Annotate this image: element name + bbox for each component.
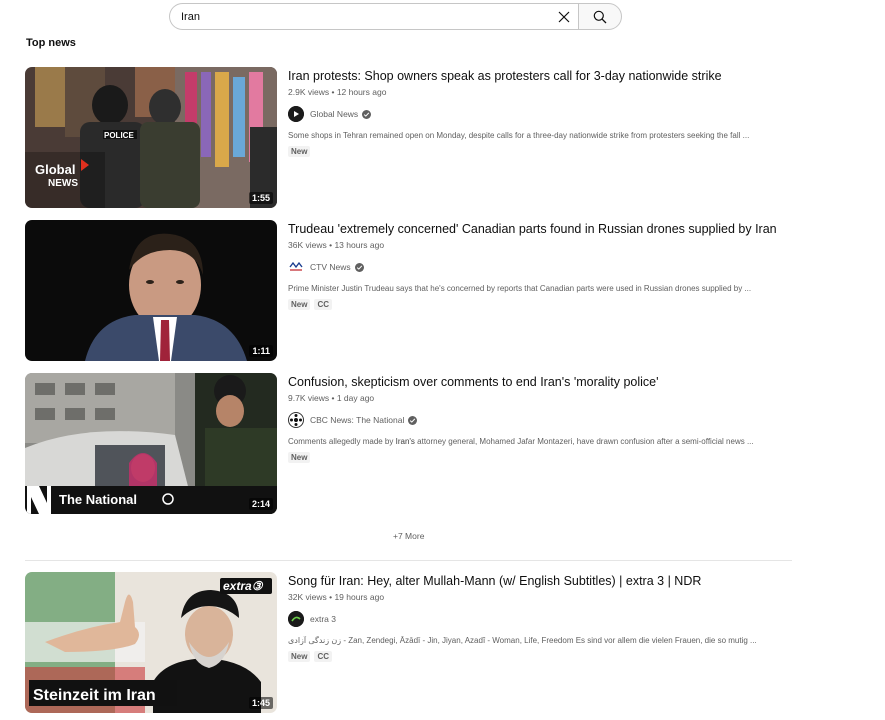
- verified-icon: [354, 262, 364, 272]
- channel-avatar[interactable]: [288, 412, 304, 428]
- channel-avatar[interactable]: [288, 259, 304, 275]
- video-thumbnail[interactable]: The National 2:14: [25, 373, 277, 514]
- channel-row[interactable]: CBC News: The National: [288, 412, 778, 428]
- badge-row: New: [288, 146, 778, 157]
- thumbnail-image: [25, 220, 277, 361]
- video-info: Trudeau 'extremely concerned' Canadian p…: [288, 220, 778, 310]
- new-badge: New: [288, 651, 311, 662]
- video-thumbnail[interactable]: 1:11: [25, 220, 277, 361]
- channel-name[interactable]: CBC News: The National: [310, 415, 404, 425]
- channel-name[interactable]: extra 3: [310, 614, 336, 624]
- description-text: Comments allegedly made by: [288, 437, 396, 446]
- video-description: Some shops in Tehran remained open on Mo…: [288, 131, 750, 140]
- upload-age: 19 hours ago: [334, 592, 385, 602]
- channel-avatar[interactable]: [288, 611, 304, 627]
- search-button[interactable]: [578, 3, 622, 30]
- video-info: Song für Iran: Hey, alter Mullah-Mann (w…: [288, 572, 778, 662]
- video-result: 1:11 Trudeau 'extremely concerned' Canad…: [25, 220, 785, 362]
- new-badge: New: [288, 452, 311, 463]
- channel-name[interactable]: Global News: [310, 109, 358, 119]
- video-result: POLICE Global NEWS 1:55 Iran protests: S…: [25, 67, 785, 209]
- upload-age: 12 hours ago: [336, 87, 387, 97]
- video-info: Confusion, skepticism over comments to e…: [288, 373, 778, 463]
- thumb-text-global: Global: [35, 162, 75, 177]
- section-title: Top news: [26, 37, 76, 49]
- new-badge: New: [288, 146, 311, 157]
- badge-row: New CC: [288, 299, 778, 310]
- global-news-logo-icon: [288, 106, 304, 122]
- channel-row[interactable]: CTV News: [288, 259, 778, 275]
- thumbnail-image: The National: [25, 373, 277, 514]
- search-input[interactable]: [181, 10, 541, 23]
- video-meta: 9.7K views • 1 day ago: [288, 393, 375, 403]
- video-title[interactable]: Confusion, skepticism over comments to e…: [288, 373, 778, 391]
- search-box: [169, 3, 578, 30]
- video-title[interactable]: Song für Iran: Hey, alter Mullah-Mann (w…: [288, 572, 778, 590]
- cbc-gem-logo-icon: [290, 414, 302, 426]
- thumb-text-extra3: extra③: [223, 579, 264, 593]
- cc-badge: CC: [314, 299, 333, 310]
- search-bar: [169, 3, 622, 30]
- video-description: Comments allegedly made by Iran's attorn…: [288, 437, 778, 446]
- verified-icon: [408, 415, 418, 425]
- description-text: attorney general, Mohamed Jafar Montazer…: [414, 437, 754, 446]
- video-meta: 2.9K views • 12 hours ago: [288, 87, 387, 97]
- channel-row[interactable]: extra 3: [288, 611, 778, 627]
- badge-row: New CC: [288, 651, 778, 662]
- video-title[interactable]: Iran protests: Shop owners speak as prot…: [288, 67, 778, 85]
- close-icon: [558, 11, 570, 23]
- video-result: extra③ Steinzeit im Iran 1:45 Song für I…: [25, 572, 785, 714]
- new-badge: New: [288, 299, 311, 310]
- thumb-text-national: The National: [59, 492, 137, 507]
- channel-avatar[interactable]: [288, 106, 304, 122]
- channel-name[interactable]: CTV News: [310, 262, 351, 272]
- video-duration: 1:11: [249, 345, 273, 357]
- video-meta: 36K views • 13 hours ago: [288, 240, 385, 250]
- video-title[interactable]: Trudeau 'extremely concerned' Canadian p…: [288, 220, 778, 238]
- video-description: Prime Minister Justin Trudeau says that …: [288, 284, 752, 293]
- video-meta: 32K views • 19 hours ago: [288, 592, 385, 602]
- upload-age: 1 day ago: [336, 393, 375, 403]
- view-count: 32K views: [288, 592, 327, 602]
- thumbnail-image: extra③ Steinzeit im Iran: [25, 572, 277, 713]
- thumbnail-image: POLICE Global NEWS: [25, 67, 277, 208]
- cc-badge: CC: [314, 651, 333, 662]
- video-duration: 2:14: [248, 498, 273, 510]
- video-result: The National 2:14 Confusion, skepticism …: [25, 373, 785, 515]
- search-icon: [593, 10, 607, 23]
- upload-age: 13 hours ago: [334, 240, 385, 250]
- video-description: زن زندگی آزادی - Zan, Zendegi, Āzādī - J…: [288, 636, 757, 645]
- view-count: 9.7K views: [288, 393, 330, 403]
- thumb-text-steinzeit: Steinzeit im Iran: [33, 687, 156, 704]
- thumb-text-police: POLICE: [104, 131, 134, 140]
- more-results-button[interactable]: +7 More: [393, 531, 424, 541]
- video-info: Iran protests: Shop owners speak as prot…: [288, 67, 778, 157]
- channel-row[interactable]: Global News: [288, 106, 778, 122]
- verified-icon: [362, 109, 372, 119]
- badge-row: New: [288, 452, 778, 463]
- divider: [25, 560, 792, 561]
- view-count: 36K views: [288, 240, 327, 250]
- video-thumbnail[interactable]: extra③ Steinzeit im Iran 1:45: [25, 572, 277, 713]
- clear-search-button[interactable]: [556, 9, 572, 25]
- view-count: 2.9K views: [288, 87, 330, 97]
- video-thumbnail[interactable]: POLICE Global NEWS 1:55: [25, 67, 277, 208]
- description-highlight: Iran's: [395, 437, 415, 446]
- video-duration: 1:45: [248, 697, 273, 709]
- extra3-logo-icon: [288, 611, 304, 627]
- ctv-logo-icon: [289, 261, 303, 271]
- video-duration: 1:55: [248, 192, 273, 204]
- thumb-text-news: NEWS: [48, 178, 78, 189]
